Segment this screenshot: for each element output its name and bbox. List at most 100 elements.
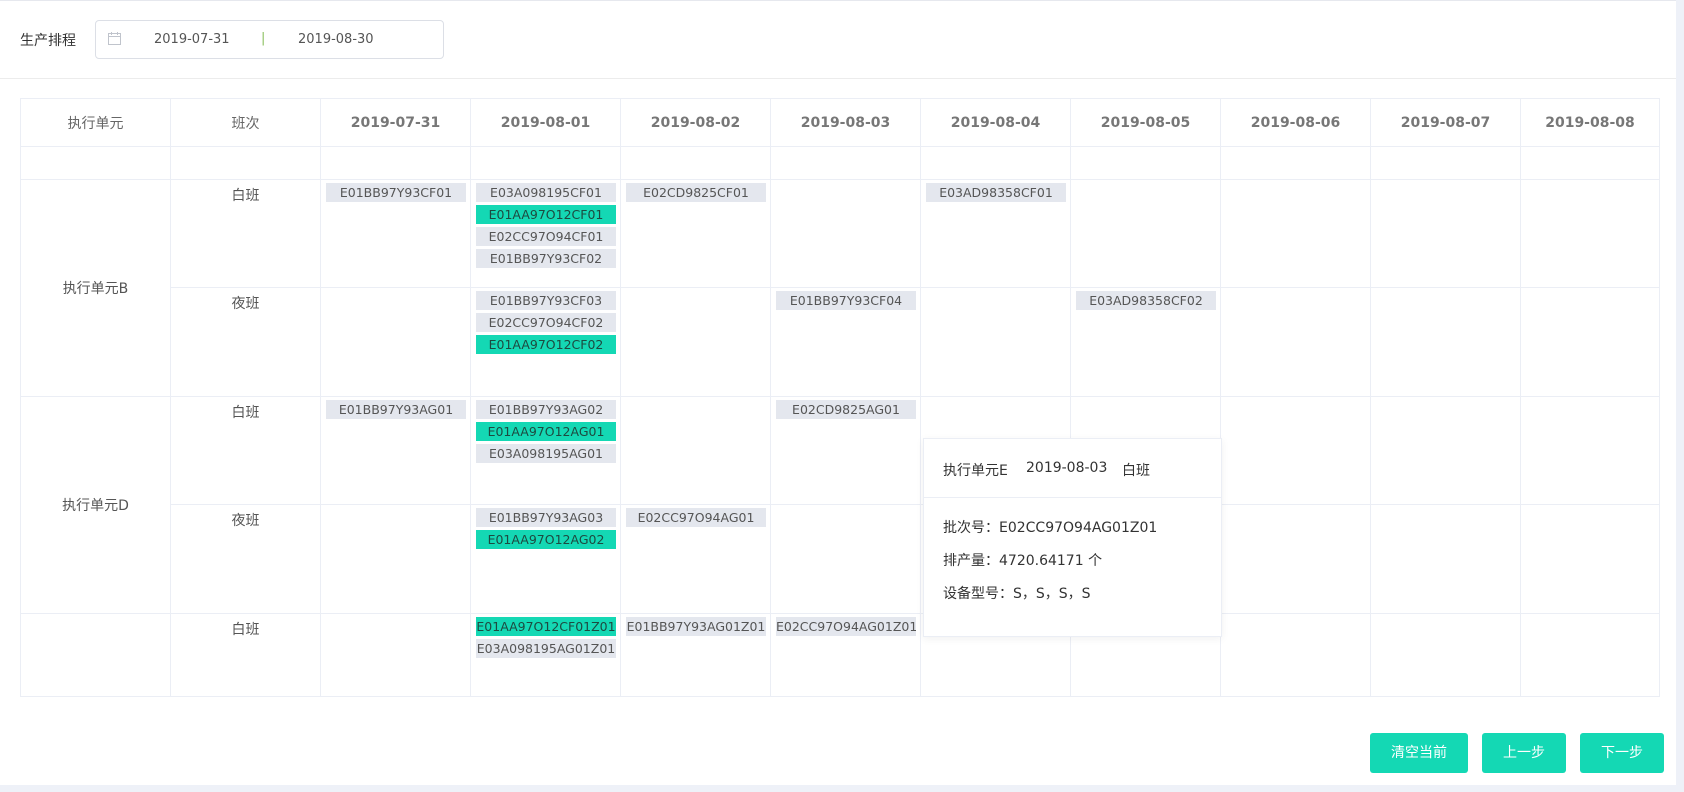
shift-label: 夜班: [231, 513, 260, 529]
batch-chip[interactable]: E01AA97O12AG01: [476, 422, 616, 441]
filter-bar: 生产排程 2019-07-31 | 2019-08-30: [0, 1, 1676, 79]
schedule-cell[interactable]: E02CC97O94AG01Z01: [770, 613, 921, 697]
empty-cell: [1070, 146, 1221, 180]
shift-cell: 夜班: [170, 287, 321, 397]
schedule-cell[interactable]: E02CC97O94AG01: [620, 504, 771, 614]
schedule-cell[interactable]: [1070, 179, 1221, 288]
empty-cell: [170, 146, 321, 180]
schedule-cell[interactable]: E03AD98358CF02: [1070, 287, 1221, 397]
schedule-cell[interactable]: [920, 287, 1071, 397]
empty-cell: [1370, 146, 1521, 180]
tooltip-model-row: 设备型号：S，S，S，S: [943, 583, 1091, 603]
batch-chip[interactable]: E01BB97Y93CF02: [476, 249, 616, 268]
batch-chip[interactable]: E02CD9825CF01: [626, 183, 766, 202]
table-row: 夜班 E01BB97Y93CF03 E02CC97O94CF02 E01AA97O12…: [21, 287, 1660, 397]
batch-chip[interactable]: E01AA97O12CF01Z01: [476, 617, 616, 636]
schedule-cell[interactable]: E01AA97O12CF01Z01 E03A098195AG01Z01: [470, 613, 621, 697]
calendar-icon: [108, 32, 121, 45]
schedule-cell[interactable]: [1220, 504, 1371, 614]
schedule-cell[interactable]: E01BB97Y93CF01: [320, 179, 471, 288]
schedule-cell[interactable]: [620, 287, 771, 397]
schedule-cell[interactable]: E01BB97Y93CF03 E02CC97O94CF02 E01AA97O12CF…: [470, 287, 621, 397]
schedule-cell[interactable]: [1520, 287, 1660, 397]
qty-value: 4720.64171 个: [999, 553, 1103, 569]
schedule-cell[interactable]: [1370, 179, 1521, 288]
unit-cell: [20, 613, 171, 697]
schedule-cell[interactable]: [1220, 287, 1371, 397]
schedule-cell[interactable]: [320, 287, 471, 397]
header-date: 2019-08-08: [1520, 98, 1660, 147]
header-date: 2019-08-04: [920, 98, 1071, 147]
schedule-cell[interactable]: [1220, 179, 1371, 288]
batch-chip[interactable]: E02CC97O94AG01Z01: [776, 617, 916, 636]
schedule-cell[interactable]: [1370, 396, 1521, 505]
schedule-cell[interactable]: [320, 613, 471, 697]
schedule-tooltip: 执行单元E 2019-08-03 白班 批次号：E02CC97O94AG01Z0…: [923, 438, 1222, 637]
schedule-cell[interactable]: [770, 504, 921, 614]
batch-chip[interactable]: E01BB97Y93CF01: [326, 183, 466, 202]
batch-chip[interactable]: E01BB97Y93AG03: [476, 508, 616, 527]
header-shift: 班次: [170, 98, 321, 147]
batch-chip[interactable]: E01AA97O12CF01: [476, 205, 616, 224]
empty-cell: [1220, 146, 1371, 180]
model-value: S，S，S，S: [1013, 586, 1091, 602]
schedule-cell[interactable]: [1520, 504, 1660, 614]
tooltip-batch-row: 批次号：E02CC97O94AG01Z01: [943, 517, 1157, 537]
table-row: 执行单元B 白班 E01BB97Y93CF01 E03A098195CF01 E01AA…: [20, 179, 1660, 397]
filter-label: 生产排程: [20, 33, 76, 49]
schedule-cell[interactable]: E01BB97Y93AG01: [320, 396, 471, 505]
batch-chip[interactable]: E03A098195AG01Z01: [476, 639, 616, 658]
header-date: 2019-08-06: [1220, 98, 1371, 147]
schedule-cell[interactable]: [1370, 504, 1521, 614]
schedule-cell[interactable]: [1520, 179, 1660, 288]
start-date-input[interactable]: 2019-07-31: [154, 32, 230, 47]
batch-chip[interactable]: E01BB97Y93AG01Z01: [626, 617, 766, 636]
shift-cell: 白班: [170, 179, 321, 288]
schedule-cell[interactable]: E01BB97Y93AG02 E01AA97O12AG01 E03A098195AG…: [470, 396, 621, 505]
schedule-cell[interactable]: E01BB97Y93CF04: [770, 287, 921, 397]
schedule-cell[interactable]: [1220, 396, 1371, 505]
header-date: 2019-08-03: [770, 98, 921, 147]
date-separator: |: [261, 31, 266, 46]
empty-cell: [320, 146, 471, 180]
header-date: 2019-07-31: [320, 98, 471, 147]
schedule-cell[interactable]: E02CD9825CF01: [620, 179, 771, 288]
batch-chip[interactable]: E03A098195CF01: [476, 183, 616, 202]
batch-chip[interactable]: E01AA97O12AG02: [476, 530, 616, 549]
batch-chip[interactable]: E02CC97O94AG01: [626, 508, 766, 527]
schedule-cell[interactable]: [620, 396, 771, 505]
batch-chip[interactable]: E01BB97Y93CF04: [776, 291, 916, 310]
batch-chip[interactable]: E01BB97Y93AG01: [326, 400, 466, 419]
schedule-cell[interactable]: E01BB97Y93AG03 E01AA97O12AG02: [470, 504, 621, 614]
next-step-button[interactable]: 下一步: [1580, 733, 1664, 773]
batch-chip[interactable]: E03A098195AG01: [476, 444, 616, 463]
batch-chip[interactable]: E01BB97Y93CF03: [476, 291, 616, 310]
schedule-cell[interactable]: [1370, 287, 1521, 397]
schedule-cell[interactable]: [770, 179, 921, 288]
end-date-input[interactable]: 2019-08-30: [298, 32, 374, 47]
schedule-cell[interactable]: E02CD9825AG01: [770, 396, 921, 505]
batch-chip[interactable]: E02CD9825AG01: [776, 400, 916, 419]
date-range-picker[interactable]: 2019-07-31 | 2019-08-30: [95, 20, 444, 59]
schedule-cell[interactable]: E03AD98358CF01: [920, 179, 1071, 288]
batch-chip[interactable]: E01BB97Y93AG02: [476, 400, 616, 419]
clear-current-button[interactable]: 清空当前: [1370, 733, 1468, 773]
shift-cell: 白班: [170, 613, 321, 697]
tooltip-qty-row: 排产量：4720.64171 个: [943, 550, 1102, 570]
table-row: 夜班 E01BB97Y93AG03 E01AA97O12AG02 E02CC97O94…: [21, 504, 1660, 614]
schedule-cell[interactable]: [1220, 613, 1371, 697]
prev-step-button[interactable]: 上一步: [1482, 733, 1566, 773]
batch-chip[interactable]: E02CC97O94CF02: [476, 313, 616, 332]
batch-chip[interactable]: E01AA97O12CF02: [476, 335, 616, 354]
empty-cell: [1520, 146, 1660, 180]
table-header-row: 执行单元 班次 2019-07-31 2019-08-01 2019-08-02 2019…: [20, 98, 1660, 147]
schedule-cell[interactable]: E01BB97Y93AG01Z01: [620, 613, 771, 697]
schedule-cell[interactable]: [320, 504, 471, 614]
schedule-cell[interactable]: [1520, 396, 1660, 505]
batch-chip[interactable]: E03AD98358CF01: [926, 183, 1066, 202]
batch-chip[interactable]: E02CC97O94CF01: [476, 227, 616, 246]
batch-chip[interactable]: E03AD98358CF02: [1076, 291, 1216, 310]
schedule-cell[interactable]: E03A098195CF01 E01AA97O12CF01 E02CC97O94CF…: [470, 179, 621, 288]
schedule-cell[interactable]: [1370, 613, 1521, 697]
schedule-cell[interactable]: [1520, 613, 1660, 697]
